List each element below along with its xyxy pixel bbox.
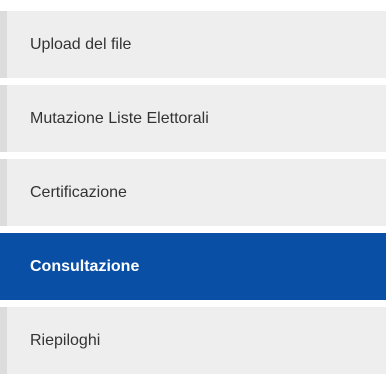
menu-item-label: Consultazione: [30, 257, 140, 275]
menu-item-label: Certificazione: [30, 183, 127, 201]
menu-item-riepiloghi[interactable]: Riepiloghi: [0, 307, 386, 374]
menu-item-mutazione-liste-elettorali[interactable]: Mutazione Liste Elettorali: [0, 85, 386, 152]
menu-item-label: Upload del file: [30, 35, 132, 53]
menu-item-label: Mutazione Liste Elettorali: [30, 109, 209, 127]
menu-item-label: Riepiloghi: [30, 331, 101, 349]
menu-item-upload-del-file[interactable]: Upload del file: [0, 11, 386, 78]
menu-item-certificazione[interactable]: Certificazione: [0, 159, 386, 226]
side-menu: Upload del file Mutazione Liste Elettora…: [0, 0, 386, 374]
menu-item-consultazione-active[interactable]: Consultazione: [0, 233, 386, 300]
